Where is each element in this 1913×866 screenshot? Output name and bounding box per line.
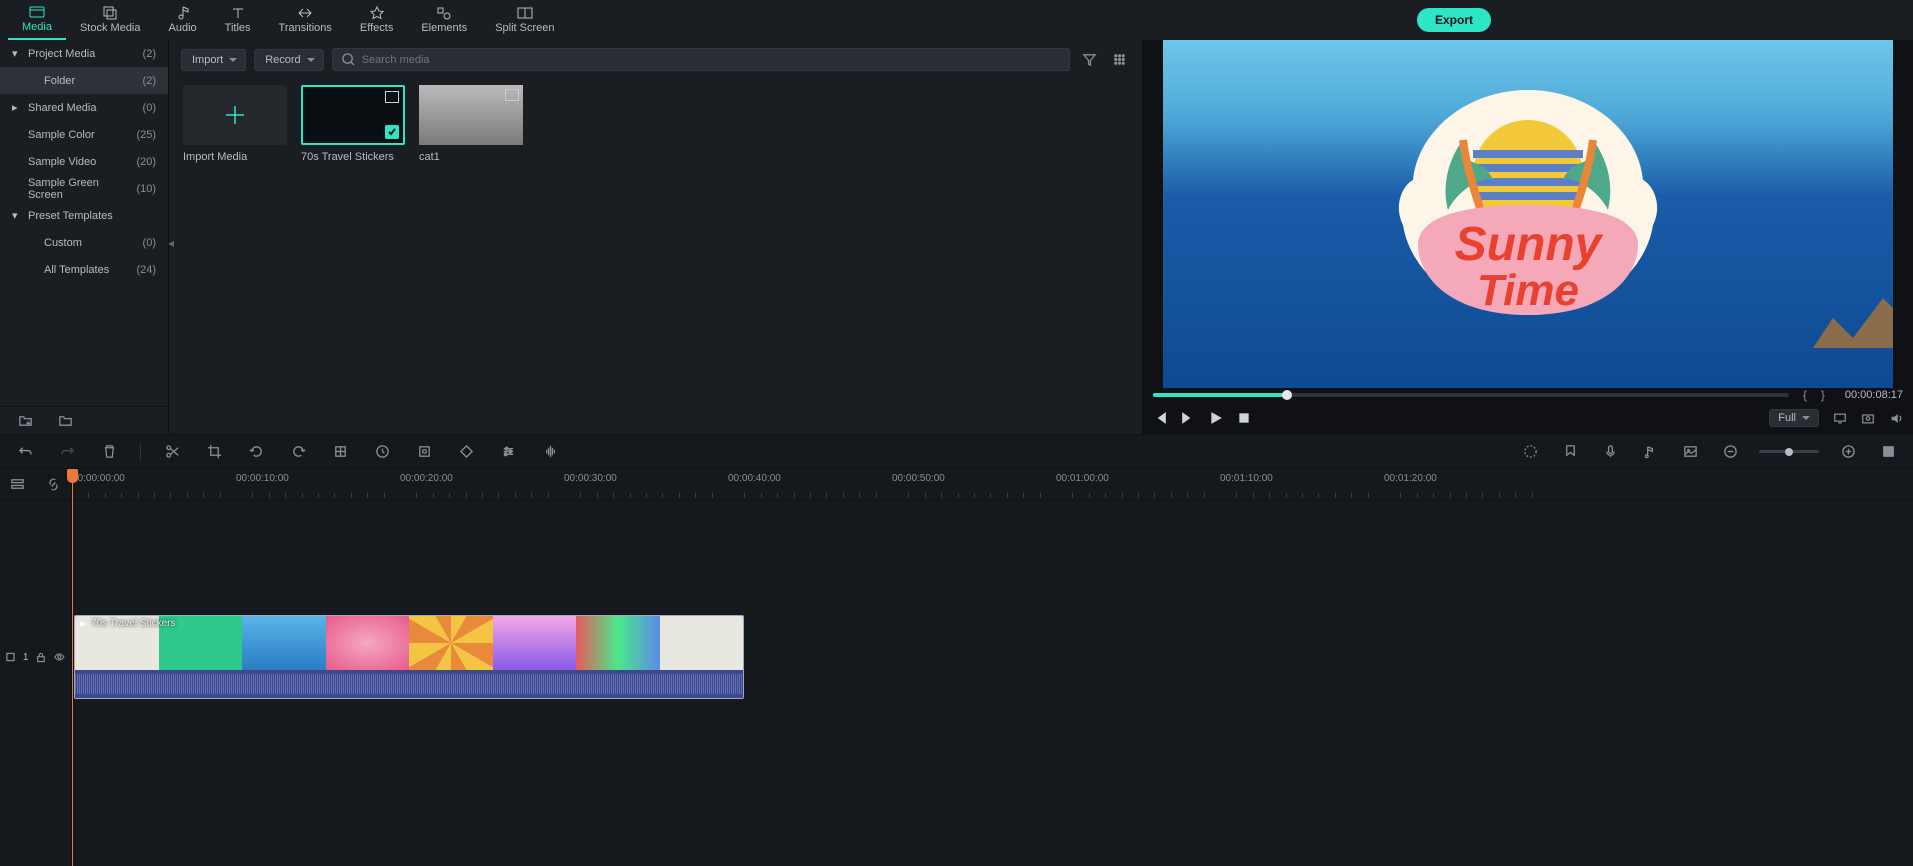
play-button[interactable] — [1209, 411, 1223, 425]
new-folder-icon[interactable] — [14, 410, 36, 432]
speed2-icon[interactable] — [371, 441, 393, 463]
sidebar-all-templates[interactable]: All Templates(24) — [0, 256, 168, 283]
undo-icon[interactable] — [14, 441, 36, 463]
svg-text:Time: Time — [1477, 266, 1579, 315]
timeline-tracks[interactable]: 70s Travel Stickers — [72, 501, 1913, 866]
collapse-sidebar-icon[interactable]: ◂ — [168, 236, 176, 250]
keyframe-icon[interactable] — [455, 441, 477, 463]
audio-mixer-icon[interactable] — [1639, 441, 1661, 463]
track-head-video1[interactable]: 1 — [0, 615, 71, 699]
render-icon[interactable] — [1519, 441, 1541, 463]
media-panel: ◂ Import Record Import Media70s Travel S… — [169, 40, 1143, 434]
lock-icon[interactable] — [36, 652, 46, 663]
media-item-import-media[interactable]: Import Media — [183, 85, 287, 163]
search-input[interactable] — [362, 54, 1061, 66]
display-icon[interactable] — [1833, 411, 1847, 425]
speed-ccw-icon[interactable] — [245, 441, 267, 463]
next-frame-button[interactable] — [1181, 411, 1195, 425]
top-tabs: Media Stock Media Audio Titles Transitio… — [0, 0, 1913, 40]
export-button[interactable]: Export — [1417, 8, 1491, 32]
timeline-ruler[interactable]: 00:00:00:0000:00:10:0000:00:20:0000:00:3… — [72, 469, 1913, 500]
stop-button[interactable] — [1237, 411, 1251, 425]
sidebar-custom[interactable]: Custom(0) — [0, 229, 168, 256]
timeline-clip[interactable]: 70s Travel Stickers — [74, 615, 744, 699]
grid-view-icon[interactable] — [1108, 49, 1130, 71]
prev-frame-button[interactable] — [1153, 411, 1167, 425]
crop-icon[interactable] — [203, 441, 225, 463]
sidebar-folder[interactable]: Folder(2) — [0, 67, 168, 94]
tab-transitions[interactable]: Transitions — [265, 0, 346, 40]
volume-icon[interactable] — [1889, 411, 1903, 425]
track-manage-icon[interactable] — [7, 474, 29, 496]
playhead[interactable] — [72, 471, 73, 866]
media-item-70s-travel-stickers[interactable]: 70s Travel Stickers — [301, 85, 405, 163]
tab-media[interactable]: Media — [8, 0, 66, 40]
filter-icon[interactable] — [1078, 49, 1100, 71]
preview-timecode: 00:00:08:17 — [1845, 389, 1903, 401]
picture-icon[interactable] — [1679, 441, 1701, 463]
preview-scrubber[interactable]: { } 00:00:08:17 — [1143, 388, 1913, 402]
media-item-cat1[interactable]: cat1 — [419, 85, 523, 163]
visibility-icon[interactable] — [54, 651, 65, 663]
sidebar-bottom-tools — [0, 406, 168, 434]
zoom-in-icon[interactable] — [1837, 441, 1859, 463]
search-media[interactable] — [332, 48, 1070, 71]
zoom-fit-icon[interactable] — [1877, 441, 1899, 463]
zoom-slider[interactable] — [1759, 450, 1819, 453]
sidebar-preset-templates[interactable]: ▾Preset Templates — [0, 202, 168, 229]
tab-elements[interactable]: Elements — [407, 0, 481, 40]
sidebar-sample-video[interactable]: Sample Video(20) — [0, 148, 168, 175]
tab-split-screen[interactable]: Split Screen — [481, 0, 568, 40]
tab-titles[interactable]: Titles — [211, 0, 265, 40]
split-icon[interactable] — [161, 441, 183, 463]
snapshot-icon[interactable] — [1861, 411, 1875, 425]
zoom-out-icon[interactable] — [1719, 441, 1741, 463]
marker-icon[interactable] — [1559, 441, 1581, 463]
preview-canvas[interactable]: Sunny Time — [1163, 40, 1893, 388]
sidebar-project-media[interactable]: ▾Project Media(2) — [0, 40, 168, 67]
svg-text:Sunny: Sunny — [1455, 218, 1604, 271]
import-dropdown[interactable]: Import — [181, 49, 246, 71]
timeline: 00:00:00:0000:00:10:0000:00:20:0000:00:3… — [0, 434, 1913, 866]
voiceover-icon[interactable] — [1599, 441, 1621, 463]
delete-icon[interactable] — [98, 441, 120, 463]
tab-audio[interactable]: Audio — [155, 0, 211, 40]
link-icon[interactable] — [42, 474, 64, 496]
sticker-sunny-time: Sunny Time — [1378, 80, 1678, 360]
redo-icon[interactable] — [56, 441, 78, 463]
sidebar-sample-color[interactable]: Sample Color(25) — [0, 121, 168, 148]
media-sidebar: ▾Project Media(2)Folder(2)▸Shared Media(… — [0, 40, 169, 434]
search-icon — [341, 52, 356, 67]
adjust-icon[interactable] — [497, 441, 519, 463]
sidebar-shared-media[interactable]: ▸Shared Media(0) — [0, 94, 168, 121]
sidebar-sample-green-screen[interactable]: Sample Green Screen(10) — [0, 175, 168, 202]
preview-panel: Sunny Time { } 00:00:08:17 — [1143, 40, 1913, 434]
tab-stock-media[interactable]: Stock Media — [66, 0, 155, 40]
speed-cw-icon[interactable] — [287, 441, 309, 463]
tab-effects[interactable]: Effects — [346, 0, 407, 40]
record-dropdown[interactable]: Record — [254, 49, 323, 71]
folder-icon[interactable] — [54, 410, 76, 432]
color-icon[interactable] — [329, 441, 351, 463]
audio-sync-icon[interactable] — [539, 441, 561, 463]
green-screen-icon[interactable] — [413, 441, 435, 463]
quality-dropdown[interactable]: Full — [1769, 409, 1819, 427]
